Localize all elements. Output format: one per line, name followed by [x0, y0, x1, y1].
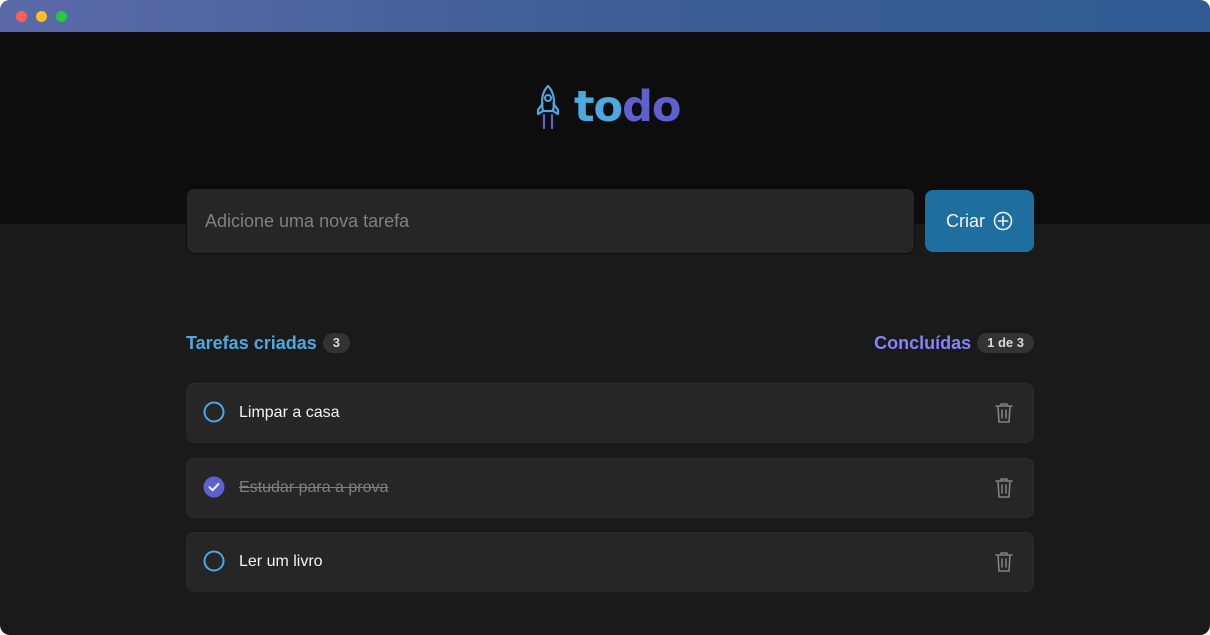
task-item: Ler um livro	[186, 532, 1034, 592]
circle-icon[interactable]	[203, 550, 225, 572]
task-item: Estudar para a prova	[186, 458, 1034, 518]
check-circle-icon[interactable]	[203, 476, 225, 498]
created-count-badge: 3	[322, 333, 350, 353]
rocket-icon	[536, 84, 560, 131]
new-task-input[interactable]: Adicione uma nova tarefa	[186, 188, 915, 254]
new-task-placeholder: Adicione uma nova tarefa	[205, 210, 410, 231]
minimize-window-button[interactable]	[36, 11, 47, 22]
app-window: todo Adicione uma nova tarefa Criar Tare…	[0, 0, 1210, 635]
task-counters: Tarefas criadas 3 Concluídas 1 de 3	[186, 332, 1034, 354]
completed-label: Concluídas	[874, 332, 972, 353]
task-item: Limpar a casa	[186, 383, 1034, 443]
circle-icon[interactable]	[203, 401, 225, 423]
completed-count-badge: 1 de 3	[977, 333, 1034, 353]
app-logo: todo	[532, 81, 681, 132]
created-counter: Tarefas criadas 3	[186, 332, 350, 354]
title-bar	[0, 0, 1210, 32]
created-label: Tarefas criadas	[186, 332, 317, 353]
task-text: Limpar a casa	[239, 404, 340, 421]
completed-counter: Concluídas 1 de 3	[874, 332, 1034, 354]
create-task-button[interactable]: Criar	[925, 190, 1034, 252]
trash-icon[interactable]	[993, 476, 1015, 500]
trash-icon[interactable]	[993, 550, 1015, 574]
create-button-label: Criar	[946, 210, 985, 231]
task-text: Ler um livro	[239, 553, 323, 570]
app-title: todo	[574, 81, 681, 132]
trash-icon[interactable]	[993, 401, 1015, 425]
task-text: Estudar para a prova	[239, 479, 389, 496]
maximize-window-button[interactable]	[56, 11, 67, 22]
close-window-button[interactable]	[16, 11, 27, 22]
plus-circle-icon	[993, 211, 1013, 231]
